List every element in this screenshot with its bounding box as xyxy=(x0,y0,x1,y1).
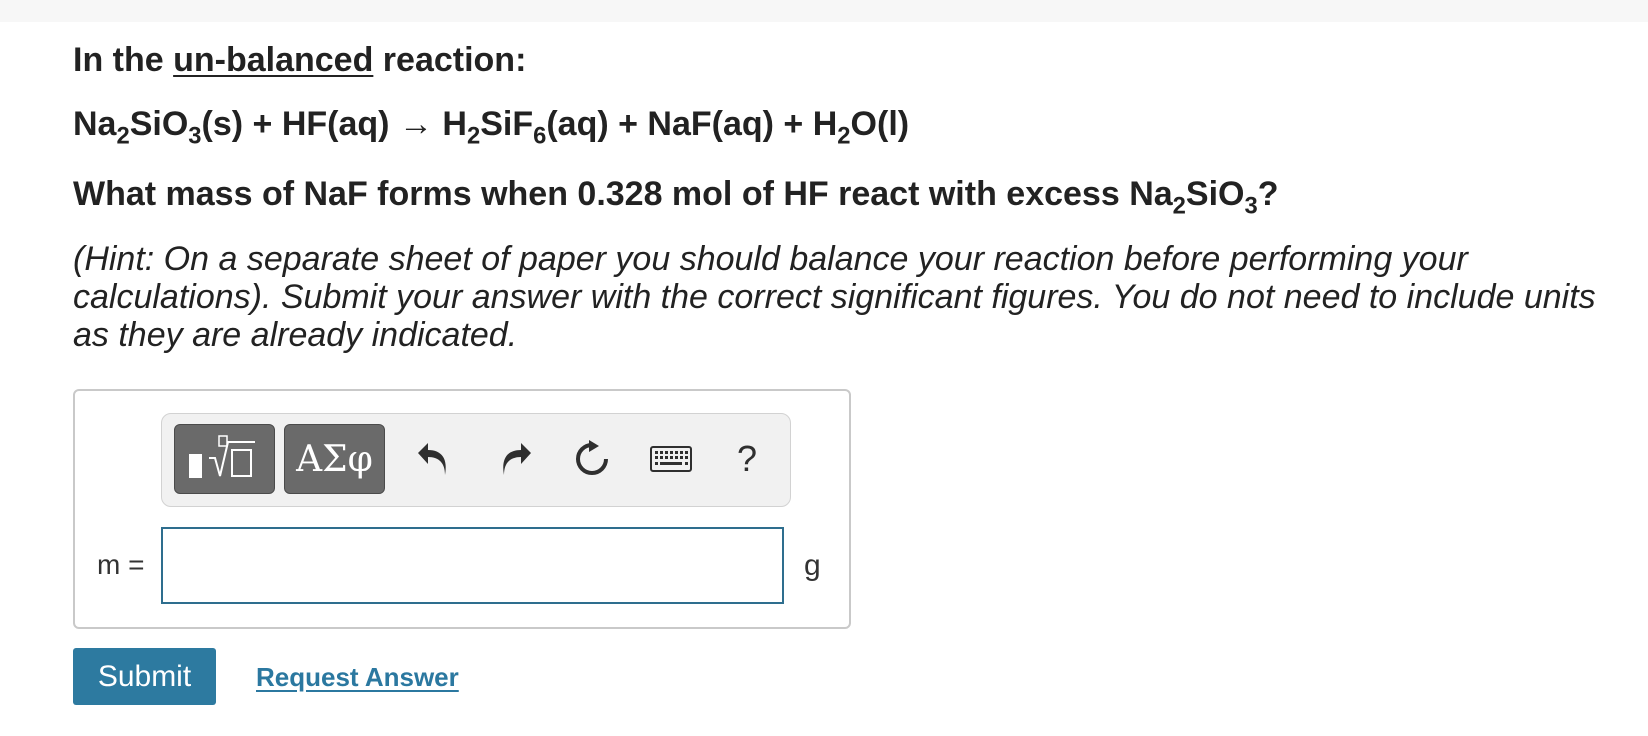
symbols-label: ΑΣφ xyxy=(296,438,373,480)
keyboard-icon[interactable] xyxy=(646,434,696,484)
question-text: What mass of NaF forms when 0.328 mol of… xyxy=(73,170,1633,218)
equation-subscript: 6 xyxy=(533,122,547,150)
help-icon[interactable]: ? xyxy=(722,434,772,484)
help-label: ? xyxy=(736,438,758,479)
equation-subscript: 2 xyxy=(837,122,851,150)
answer-box: ΑΣφ ? m = g xyxy=(73,389,851,629)
problem-content: In the un-balanced reaction: Na2SiO3(s) … xyxy=(73,36,1633,354)
equation-part: SiO xyxy=(129,105,189,143)
equation-part: (aq) + NaF(aq) + H xyxy=(546,105,838,143)
intro-underlined-text: un-balanced xyxy=(173,41,374,79)
symbols-button[interactable]: ΑΣφ xyxy=(284,424,385,494)
request-answer-link[interactable]: Request Answer xyxy=(256,662,459,693)
undo-icon[interactable] xyxy=(410,434,460,484)
question-subscript: 2 xyxy=(1172,192,1186,220)
top-bar xyxy=(0,0,1648,22)
equation-part: SiF xyxy=(480,105,534,143)
intro-text-end: reaction: xyxy=(373,41,527,79)
reaction-equation: Na2SiO3(s) + HF(aq) → H2SiF6(aq) + NaF(a… xyxy=(73,100,1633,148)
reset-icon[interactable] xyxy=(567,434,617,484)
question-subscript: 3 xyxy=(1244,192,1258,220)
templates-icon xyxy=(185,432,265,487)
math-toolbar: ΑΣφ ? xyxy=(161,413,791,507)
equation-part: (s) + HF(aq) → H xyxy=(201,105,467,143)
question-part: SiO xyxy=(1185,175,1245,213)
equation-subscript: 2 xyxy=(466,122,481,150)
answer-input[interactable] xyxy=(161,527,784,604)
question-part: What mass of NaF forms when 0.328 mol of… xyxy=(73,175,1173,213)
variable-label: m = xyxy=(97,549,145,580)
question-part: ? xyxy=(1257,175,1279,213)
problem-intro: In the un-balanced reaction: xyxy=(73,36,1633,84)
redo-icon[interactable] xyxy=(489,434,539,484)
equation-part: Na xyxy=(73,105,117,143)
hint-text: (Hint: On a separate sheet of paper you … xyxy=(73,240,1596,354)
equation-subscript: 3 xyxy=(188,122,202,150)
intro-text: In the xyxy=(73,41,174,79)
unit-label: g xyxy=(804,549,821,582)
templates-button[interactable] xyxy=(174,424,275,494)
equation-part: O(l) xyxy=(850,105,910,143)
equation-subscript: 2 xyxy=(116,122,130,150)
submit-button[interactable]: Submit xyxy=(73,648,216,705)
